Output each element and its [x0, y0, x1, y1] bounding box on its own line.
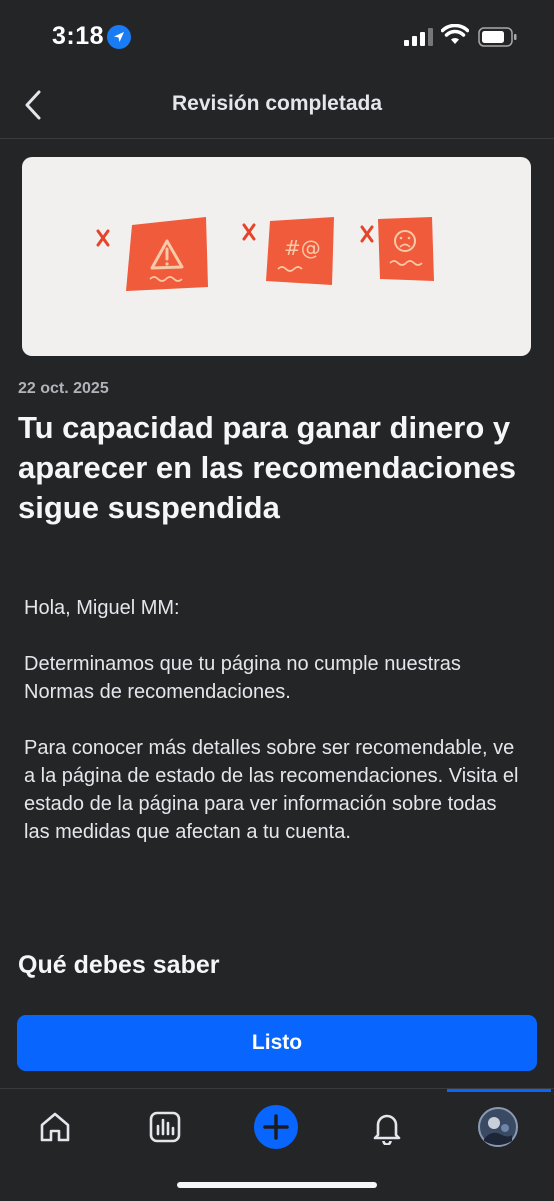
status-bar: 3:18 [0, 0, 554, 72]
svg-text:#@: #@ [284, 236, 321, 260]
active-tab-indicator [447, 1089, 551, 1092]
tab-profile[interactable] [476, 1106, 520, 1152]
notice-headline: Tu capacidad para ganar dinero y aparece… [18, 410, 516, 525]
insights-icon [147, 1109, 183, 1150]
home-icon [37, 1109, 73, 1150]
status-time: 3:18 [52, 22, 105, 50]
cellular-signal-icon [404, 28, 434, 51]
profanity-card-icon: #@ [266, 217, 334, 285]
notice-date: 22 oct. 2025 [18, 380, 109, 397]
what-to-know-heading: Qué debes saber [18, 951, 220, 979]
top-navigation-bar: Revisión completada [0, 72, 554, 139]
wifi-icon [440, 23, 470, 51]
location-arrow-icon [107, 25, 131, 49]
done-button[interactable]: Listo [17, 1015, 537, 1071]
tab-notifications[interactable] [365, 1107, 409, 1151]
warning-illustration: #@ [22, 157, 531, 356]
page-title: Revisión completada [171, 92, 383, 115]
tab-create[interactable] [254, 1104, 298, 1151]
tab-insights[interactable] [143, 1107, 187, 1151]
battery-icon [478, 27, 518, 52]
profile-avatar [478, 1106, 518, 1152]
bell-icon [369, 1109, 405, 1150]
create-plus-icon [253, 1104, 299, 1155]
sad-face-card-icon [378, 217, 434, 281]
notice-body: Hola, Miguel MM: Determinamos que tu pág… [24, 594, 524, 874]
body-paragraph-1: Determinamos que tu página no cumple nue… [24, 653, 461, 703]
tab-home[interactable] [33, 1107, 77, 1151]
body-paragraph-2: Para conocer más detalles sobre ser reco… [24, 737, 519, 843]
warning-card-icon [126, 217, 208, 291]
home-indicator [177, 1182, 377, 1188]
greeting-text: Hola, Miguel MM: [24, 597, 180, 619]
